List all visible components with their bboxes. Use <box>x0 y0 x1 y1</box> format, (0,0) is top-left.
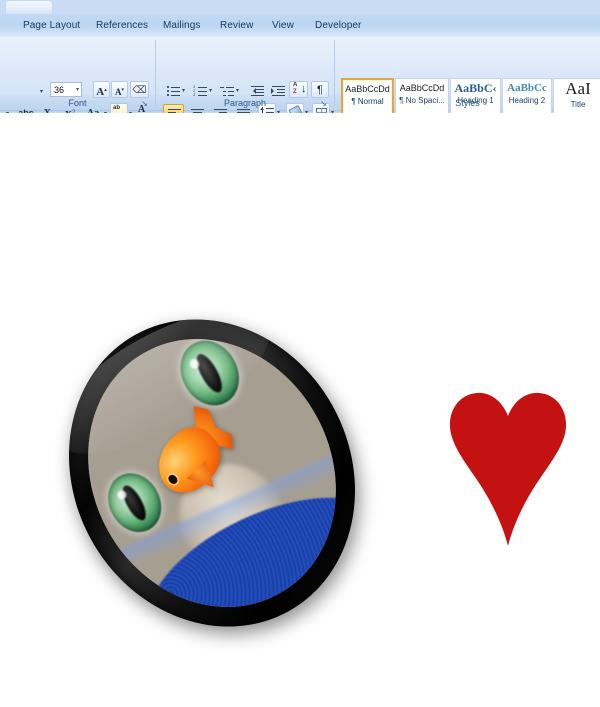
font-dialog-launcher[interactable]: ↘ <box>140 99 149 108</box>
increase-indent-button[interactable] <box>268 81 287 98</box>
font-size-combo[interactable]: 36 ▾ <box>50 82 82 97</box>
ribbon: Page Layout References Mailings Review V… <box>0 0 600 121</box>
tab-developer[interactable]: Developer <box>310 17 366 35</box>
style-sample: AaBbCcDd <box>399 83 445 93</box>
tab-label: Developer <box>315 20 362 31</box>
multilevel-list-button[interactable] <box>217 81 235 98</box>
tab-label: Mailings <box>163 20 201 31</box>
ribbon-tab-stub[interactable] <box>5 0 53 15</box>
numbering-button[interactable]: 1 2 3 <box>190 81 208 98</box>
tab-view[interactable]: View <box>267 17 299 35</box>
chevron-down-icon[interactable]: ▾ <box>76 87 79 93</box>
show-formatting-marks-button[interactable]: ¶ <box>311 81 329 98</box>
ribbon-group-paragraph: ▾ 1 2 3 ▾ ▾ A Z ↓ ¶ Paragraph ↘ <box>156 37 334 121</box>
tab-label: Page Layout <box>23 20 81 31</box>
multilevel-caret-icon[interactable]: ▾ <box>236 88 239 94</box>
style-sample: AaBbC‹ <box>454 81 497 95</box>
pilcrow-icon: ¶ <box>317 84 323 96</box>
sort-arrow-icon: ↓ <box>301 83 307 95</box>
tab-label: Review <box>220 20 254 31</box>
style-sample: AaI <box>565 79 591 98</box>
oval-picture-rotation <box>0 239 435 707</box>
multilevel-list-icon <box>218 82 234 97</box>
group-label-paragraph: Paragraph <box>223 98 267 108</box>
shrink-font-arrow-icon: ▾ <box>121 87 124 93</box>
ribbon-tabstrip: Page Layout References Mailings Review V… <box>0 14 600 38</box>
tab-page-layout[interactable]: Page Layout <box>18 17 85 35</box>
ribbon-group-font: ▾ 36 ▾ A▴ A▾ ⌫ ▾ abc X2 X2 Aa ▾ ab <box>0 37 155 121</box>
heart-shape[interactable] <box>449 391 567 546</box>
sort-button[interactable]: A Z ↓ <box>289 81 308 98</box>
eraser-icon: ⌫ <box>132 85 147 96</box>
font-size-value: 36 <box>54 85 65 95</box>
tab-label: References <box>96 20 149 31</box>
bullets-caret-icon[interactable]: ▾ <box>182 88 185 94</box>
bullets-button[interactable] <box>163 81 181 98</box>
clear-formatting-button[interactable]: ⌫ <box>130 81 149 98</box>
tab-label: View <box>272 20 294 31</box>
cat-pupil-left <box>118 482 151 524</box>
ribbon-group-styles: AaBbCcDd ¶ Normal AaBbCcDd ¶ No Spaci...… <box>335 37 600 120</box>
bullet-list-icon <box>164 82 180 97</box>
oval-picture[interactable] <box>12 267 410 679</box>
increase-indent-icon <box>269 82 286 97</box>
numbered-list-icon: 1 2 3 <box>191 82 207 97</box>
heart-icon <box>449 392 567 546</box>
oval-picture-bevel-frame <box>14 267 410 679</box>
cat-pupil-right <box>191 350 227 396</box>
decrease-indent-button[interactable] <box>247 81 266 98</box>
paragraph-dialog-launcher[interactable]: ↘ <box>319 99 328 108</box>
tab-review[interactable]: Review <box>215 17 258 35</box>
numbering-caret-icon[interactable]: ▾ <box>209 88 212 94</box>
oval-picture-photo <box>41 294 383 652</box>
tab-references[interactable]: References <box>91 17 153 35</box>
grow-font-button[interactable]: A▴ <box>93 81 110 98</box>
style-sample: AaBbCc <box>507 82 547 94</box>
style-sample: AaBbCcDd <box>345 84 390 94</box>
decrease-indent-icon <box>248 82 265 97</box>
group-label-font: Font <box>68 98 87 108</box>
cat-and-goldfish-scene <box>41 294 383 652</box>
shrink-font-button[interactable]: A▾ <box>111 81 128 98</box>
grow-font-arrow-icon: ▴ <box>104 87 107 93</box>
tab-mailings[interactable]: Mailings <box>158 17 205 35</box>
font-name-caret-icon[interactable]: ▾ <box>40 89 43 95</box>
document-canvas[interactable] <box>0 113 600 679</box>
group-label-styles: Styles <box>455 98 480 108</box>
